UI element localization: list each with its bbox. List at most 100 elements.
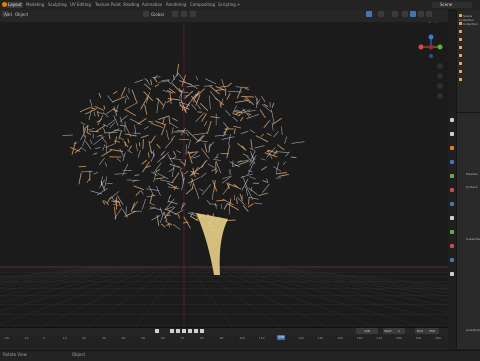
menu-add[interactable]: Add — [4, 11, 12, 18]
workspace-tab-animation[interactable]: Animation — [141, 2, 163, 8]
play-reverse-icon[interactable] — [182, 329, 186, 333]
vessel-segment — [196, 113, 205, 122]
proportional-edit-icon[interactable] — [190, 11, 196, 17]
workspace-tab-texture-paint[interactable]: Texture Paint — [94, 2, 122, 8]
properties-tab-icon[interactable] — [450, 230, 454, 234]
outliner-item[interactable] — [459, 54, 463, 58]
workspace-tab-shading[interactable]: Shading — [122, 2, 140, 8]
vessel-segment — [114, 174, 126, 175]
timeline-tick: 170 — [376, 336, 382, 340]
outliner-item[interactable] — [459, 30, 463, 34]
jump-end-icon[interactable] — [200, 329, 204, 333]
vessel-segment — [242, 179, 249, 191]
vessel-segment — [165, 139, 173, 149]
vessel-segment — [157, 156, 164, 163]
grid-line — [256, 267, 448, 327]
workspace-tab-uv-editing[interactable]: UV Editing — [69, 2, 92, 8]
vessel-segment — [220, 86, 228, 87]
workspace-tab-sculpting[interactable]: Sculpting — [47, 2, 68, 8]
properties-panel[interactable] — [456, 112, 480, 349]
overlay-icon[interactable] — [378, 11, 384, 17]
show-gizmo-icon[interactable] — [366, 11, 372, 17]
outliner-item[interactable]: Scene Collection — [459, 14, 480, 18]
orientation-dropdown[interactable]: Global — [151, 11, 164, 18]
vessel-segment — [227, 93, 230, 99]
workspace-tab-scripting[interactable]: Scripting — [217, 2, 237, 8]
add-workspace-button[interactable]: + — [236, 2, 241, 8]
vessel-segment — [221, 204, 222, 209]
vessel-segment — [164, 212, 167, 222]
jump-start-icon[interactable] — [170, 329, 174, 333]
hand-icon[interactable] — [437, 73, 443, 79]
properties-tab-icon[interactable] — [450, 174, 454, 178]
vessel-segment — [229, 134, 231, 145]
workspace-tab-layout[interactable]: Layout — [7, 2, 23, 8]
properties-tab-icon[interactable] — [450, 188, 454, 192]
vessel-segment — [143, 139, 144, 149]
navigation-gizmo[interactable] — [418, 34, 444, 60]
vessel-segment — [207, 200, 211, 205]
transform-orientation-icon[interactable] — [143, 11, 149, 17]
playhead-frame[interactable]: 128 — [277, 335, 285, 340]
properties-tab-icon[interactable] — [450, 146, 454, 150]
vessel-segment — [127, 150, 132, 153]
properties-row[interactable]: Anisotropic — [466, 328, 480, 333]
properties-row[interactable]: Preview — [466, 172, 478, 177]
vessel-segment — [114, 115, 119, 126]
outliner-item[interactable] — [459, 78, 463, 82]
vessel-segment — [99, 158, 104, 165]
properties-tab-icon[interactable] — [450, 258, 454, 262]
outliner-item[interactable] — [459, 46, 463, 50]
vessel-segment — [199, 189, 203, 192]
outliner-item[interactable] — [459, 62, 463, 66]
vessel-segment — [149, 203, 155, 206]
outliner-item[interactable]: Collection — [459, 22, 478, 26]
3d-viewport[interactable] — [0, 23, 448, 327]
properties-tab-icon[interactable] — [450, 160, 454, 164]
properties-tab-icon[interactable] — [450, 272, 454, 276]
xray-icon[interactable] — [392, 11, 398, 17]
vessel-segment — [106, 183, 112, 184]
vessel-segment — [130, 119, 141, 125]
vessel-segment — [141, 191, 143, 195]
properties-row[interactable]: Subsurface — [466, 237, 480, 242]
next-key-icon[interactable] — [194, 329, 198, 333]
properties-tab-icon[interactable] — [450, 132, 454, 136]
end-frame-field[interactable]: 250 — [425, 328, 439, 334]
record-icon[interactable] — [155, 329, 159, 333]
prev-key-icon[interactable] — [176, 329, 180, 333]
workspace-tab-rendering[interactable]: Rendering — [165, 2, 187, 8]
snap-icon[interactable] — [181, 11, 187, 17]
vessel-segment — [246, 114, 259, 119]
grid-line — [232, 267, 448, 327]
properties-tab-icon[interactable] — [450, 118, 454, 122]
camera-icon[interactable] — [437, 83, 443, 89]
properties-tab-icon[interactable] — [450, 216, 454, 220]
grid-toggle-icon[interactable] — [437, 93, 443, 99]
vessel-segment — [248, 163, 254, 175]
properties-tab-icon[interactable] — [450, 244, 454, 248]
zoom-icon[interactable] — [437, 63, 443, 69]
shading-material-icon[interactable] — [418, 11, 424, 17]
current-frame-field[interactable]: 128 — [356, 328, 378, 334]
outliner-item[interactable] — [459, 70, 463, 74]
shading-rendered-icon[interactable] — [426, 11, 432, 17]
start-frame-field[interactable]: 1 — [393, 328, 405, 334]
workspace-tab-modeling[interactable]: Modeling — [25, 2, 45, 8]
vessel-segment — [260, 110, 265, 118]
pivot-icon[interactable] — [172, 11, 178, 17]
timeline-tick: 190 — [416, 336, 422, 340]
properties-row[interactable]: Surface — [466, 185, 477, 190]
vessel-segment — [185, 171, 189, 174]
timeline-tick: 160 — [357, 336, 363, 340]
shading-solid-icon[interactable] — [410, 11, 416, 17]
vessel-segment — [196, 76, 198, 80]
shading-wireframe-icon[interactable] — [402, 11, 408, 17]
play-icon[interactable] — [188, 329, 192, 333]
properties-tab-icon[interactable] — [450, 202, 454, 206]
outliner-item[interactable] — [459, 38, 463, 42]
menu-object[interactable]: Object — [15, 11, 28, 18]
vessel-segment — [108, 129, 120, 135]
vessel-segment — [135, 175, 140, 176]
workspace-tab-compositing[interactable]: Compositing — [189, 2, 216, 8]
